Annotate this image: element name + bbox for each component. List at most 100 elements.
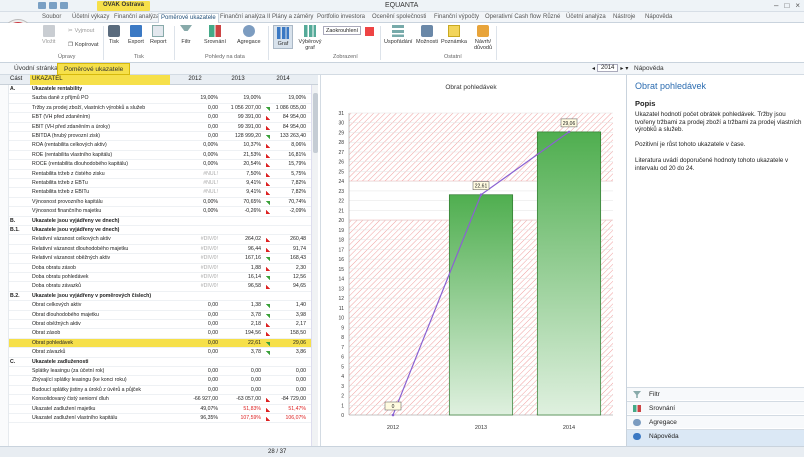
header-indicator[interactable]: UKAZATEL [30, 75, 170, 85]
prev-year-icon[interactable]: ◂ [592, 65, 595, 72]
vertical-scrollbar[interactable] [311, 85, 318, 446]
tab-ruzne[interactable]: Různé [541, 13, 562, 23]
tab-portfolio[interactable]: Portfolio investora [315, 13, 367, 23]
tab-soubor[interactable]: Soubor [40, 13, 63, 23]
table-row[interactable]: Relativní vázanost celkových aktiv #DIV/0… [0, 235, 318, 245]
tab-oceneni[interactable]: Ocenění společnosti [370, 13, 428, 23]
table-row[interactable]: Rentabilita tržeb z EBITu #NUL! 9,41% 7,82% [0, 188, 318, 198]
table-row[interactable]: Obrat dlouhodobého majetku 0,00 3,78 3,98 [0, 311, 318, 320]
table-row[interactable]: Výnosnost provozního kapitálu 0,00% 70,65%… [0, 198, 318, 208]
tab-financni-analyza-2[interactable]: Finanční analýza II [218, 13, 272, 23]
dropdown-icon[interactable]: ▾ [625, 65, 628, 72]
table-row[interactable]: ROE (rentabilita vlastního kapitálu) 0,00… [0, 151, 318, 161]
chart-svg: Obrat pohledávek 01234567891011121314151… [338, 84, 613, 431]
selective-chart-button[interactable]: Výběrový graf [297, 25, 323, 51]
tab-cash-flow[interactable]: Operativní Cash flow [483, 13, 543, 23]
table-row[interactable]: C. Ukazatele zadluženosti [0, 358, 318, 367]
table-row[interactable]: EBITDA (hrubý provozní zisk) 0,00 128 999,… [0, 132, 318, 142]
year-value[interactable]: 2014 [597, 64, 619, 72]
trend-down-icon [266, 153, 270, 158]
table-row[interactable]: EBT (VH před zdaněním) 0,00 99 391,00 84 95… [0, 113, 318, 123]
tab-nastroje[interactable]: Nástroje [611, 13, 637, 23]
table-row[interactable]: Obrat zásob 0,00 194,56 158,50 [0, 329, 318, 339]
table-row[interactable]: Doba obratu závazků #DIV/0! 96,58 94,65 [0, 282, 318, 292]
row-name: Ukazatel zadlužení vlastního kapitálu [32, 415, 118, 421]
tab-ratio-indicators[interactable]: Poměrové ukazatele [57, 63, 131, 75]
row-name: Relativní vázanost oběžných aktiv [32, 255, 111, 262]
nav-compare[interactable]: Srovnání [627, 401, 804, 414]
row-name: EBT (VH před zdaněním) [32, 114, 91, 121]
window-controls[interactable]: – □ × [774, 1, 800, 10]
table-row[interactable]: Rentabilita tržeb z čistého zisku #NUL! 7,… [0, 170, 318, 179]
report-button[interactable]: Report [150, 25, 167, 45]
print-button[interactable]: Tisk [108, 25, 120, 45]
table-row[interactable]: Obrat pohledávek 0,00 22,61 29,06 [0, 338, 318, 349]
quick-access-toolbar[interactable] [38, 2, 68, 9]
aggregate-button[interactable]: Agregace [237, 25, 261, 45]
table-row[interactable]: ROA (rentabilita celkových aktiv) 0,00% 10… [0, 141, 318, 151]
filter-button[interactable]: Filtr [180, 25, 192, 45]
header-year-2012[interactable]: 2012 [172, 76, 218, 82]
export-button[interactable]: Export [128, 25, 144, 45]
table-row[interactable]: Rentabilita tržeb z EBTu #NUL! 9,41% 7,82% [0, 179, 318, 189]
table-row[interactable]: B.2. Ukazatele jsou vyjádřeny v poměrovýc… [0, 292, 318, 302]
table-row[interactable]: Splátky leasingu (za účetní rok) 0,00 0,00… [0, 367, 318, 377]
table-row[interactable]: B. Ukazatele jsou vyjádřeny ve dnech) [0, 217, 318, 226]
table-row[interactable]: Tržby za prodej zboží, vlastních výrobků… [0, 104, 318, 114]
x-tick-label: 2013 [475, 425, 487, 431]
year-selector[interactable]: ◂ 2014 ▸ ▾ [592, 64, 628, 72]
maximize-icon[interactable]: □ [784, 1, 789, 10]
table-row[interactable]: A. Ukazatele rentability [0, 85, 318, 95]
table-row[interactable]: Doba obratu zásob #DIV/0! 1,88 2,30 [0, 264, 318, 273]
cell-2012: #DIV/0! [200, 283, 218, 290]
note-button[interactable]: Poznámka [441, 25, 467, 45]
row-name: Výnosnost provozního kapitálu [32, 198, 103, 205]
rounding-select[interactable]: Zaokrouhlení [323, 26, 361, 35]
table-row[interactable]: Sazba daně z příjmů PO 19,00% 19,00% 19,00% [0, 94, 318, 104]
next-year-icon[interactable]: ▸ [620, 65, 623, 72]
row-name: ROA (rentabilita celkových aktiv) [32, 142, 107, 149]
nav-aggregate[interactable]: Agregace [627, 415, 804, 428]
header-year-2014[interactable]: 2014 [260, 76, 306, 82]
table-row[interactable]: Obrat oběžných aktiv 0,00 2,18 2,17 [0, 320, 318, 330]
table-row[interactable]: Doba obratu pohledávek #DIV/0! 16,14 12,56 [0, 273, 318, 283]
arrange-button[interactable]: Uspořádání [384, 25, 412, 45]
scrollbar-thumb[interactable] [313, 93, 318, 153]
table-row[interactable]: Relativní vázanost dlouhodobého majetku #… [0, 245, 318, 255]
table-row[interactable]: Zbývající splátky leasingu (ke konci rok… [0, 376, 318, 386]
table-row[interactable]: Ukazatel zadlužení majetku 49,07% 51,83% 51… [0, 405, 318, 414]
options-button[interactable]: Možnosti [416, 25, 438, 45]
group-label-ostatni: Ostatní [444, 54, 462, 60]
compare-button[interactable]: Srovnání [204, 25, 226, 45]
tab-napoveda[interactable]: Nápověda [643, 13, 674, 23]
table-row[interactable]: Výnosnost finančního majetku 0,00% -0,26% -… [0, 207, 318, 217]
trend-up-icon [266, 341, 270, 346]
chart-button[interactable]: Graf [273, 25, 293, 49]
table-row[interactable]: B.1. Ukazatele jsou vyjádřeny ve dnech) [0, 226, 318, 236]
table-row[interactable]: Obrat celkových aktiv 0,00 1,38 1,40 [0, 301, 318, 311]
nav-filter[interactable]: Filtr [627, 387, 804, 400]
paste-button[interactable]: Vložit [42, 25, 55, 45]
tab-financni-analyza[interactable]: Finanční analýza [112, 13, 161, 23]
table-row[interactable]: Relativní vázanost oběžných aktiv #DIV/0!… [0, 254, 318, 264]
table-row[interactable]: Budoucí splátky jistiny a úroků z úvěrů … [0, 386, 318, 396]
header-year-2013[interactable]: 2013 [215, 76, 261, 82]
nav-help[interactable]: Nápověda [627, 429, 804, 446]
proposal-button[interactable]: Návrh/ důvodů [471, 25, 495, 51]
tab-home-page[interactable]: Úvodní stránka [14, 65, 58, 72]
minimize-icon[interactable]: – [774, 1, 778, 10]
rounding-options-icon[interactable] [365, 27, 374, 38]
table-row[interactable]: Konsolidovaný čistý seniorní dluh -66 927… [0, 395, 318, 405]
cut-button[interactable]: ✂ Vyjmout [68, 28, 94, 34]
header-part: Část [10, 76, 23, 82]
tab-ucetni-analyza[interactable]: Účetní analýza [564, 13, 608, 23]
tab-plany-zamery[interactable]: Plány a záměry [270, 13, 315, 23]
tab-ucetni-vykazy[interactable]: Účetní výkazy [70, 13, 111, 23]
close-icon[interactable]: × [795, 1, 800, 10]
copy-button[interactable]: ❐ Kopírovat [68, 42, 98, 48]
tab-financni-vypocty[interactable]: Finanční výpočty [432, 13, 481, 23]
table-row[interactable]: EBIT (VH před zdaněním a úroky) 0,00 99 39… [0, 123, 318, 132]
table-row[interactable]: Ukazatel zadlužení vlastního kapitálu 96,… [0, 414, 318, 424]
table-row[interactable]: ROCE (rentabilita dlouhodobého kapitálu)… [0, 160, 318, 170]
table-row[interactable]: Obrat závazků 0,00 3,78 3,86 [0, 348, 318, 358]
